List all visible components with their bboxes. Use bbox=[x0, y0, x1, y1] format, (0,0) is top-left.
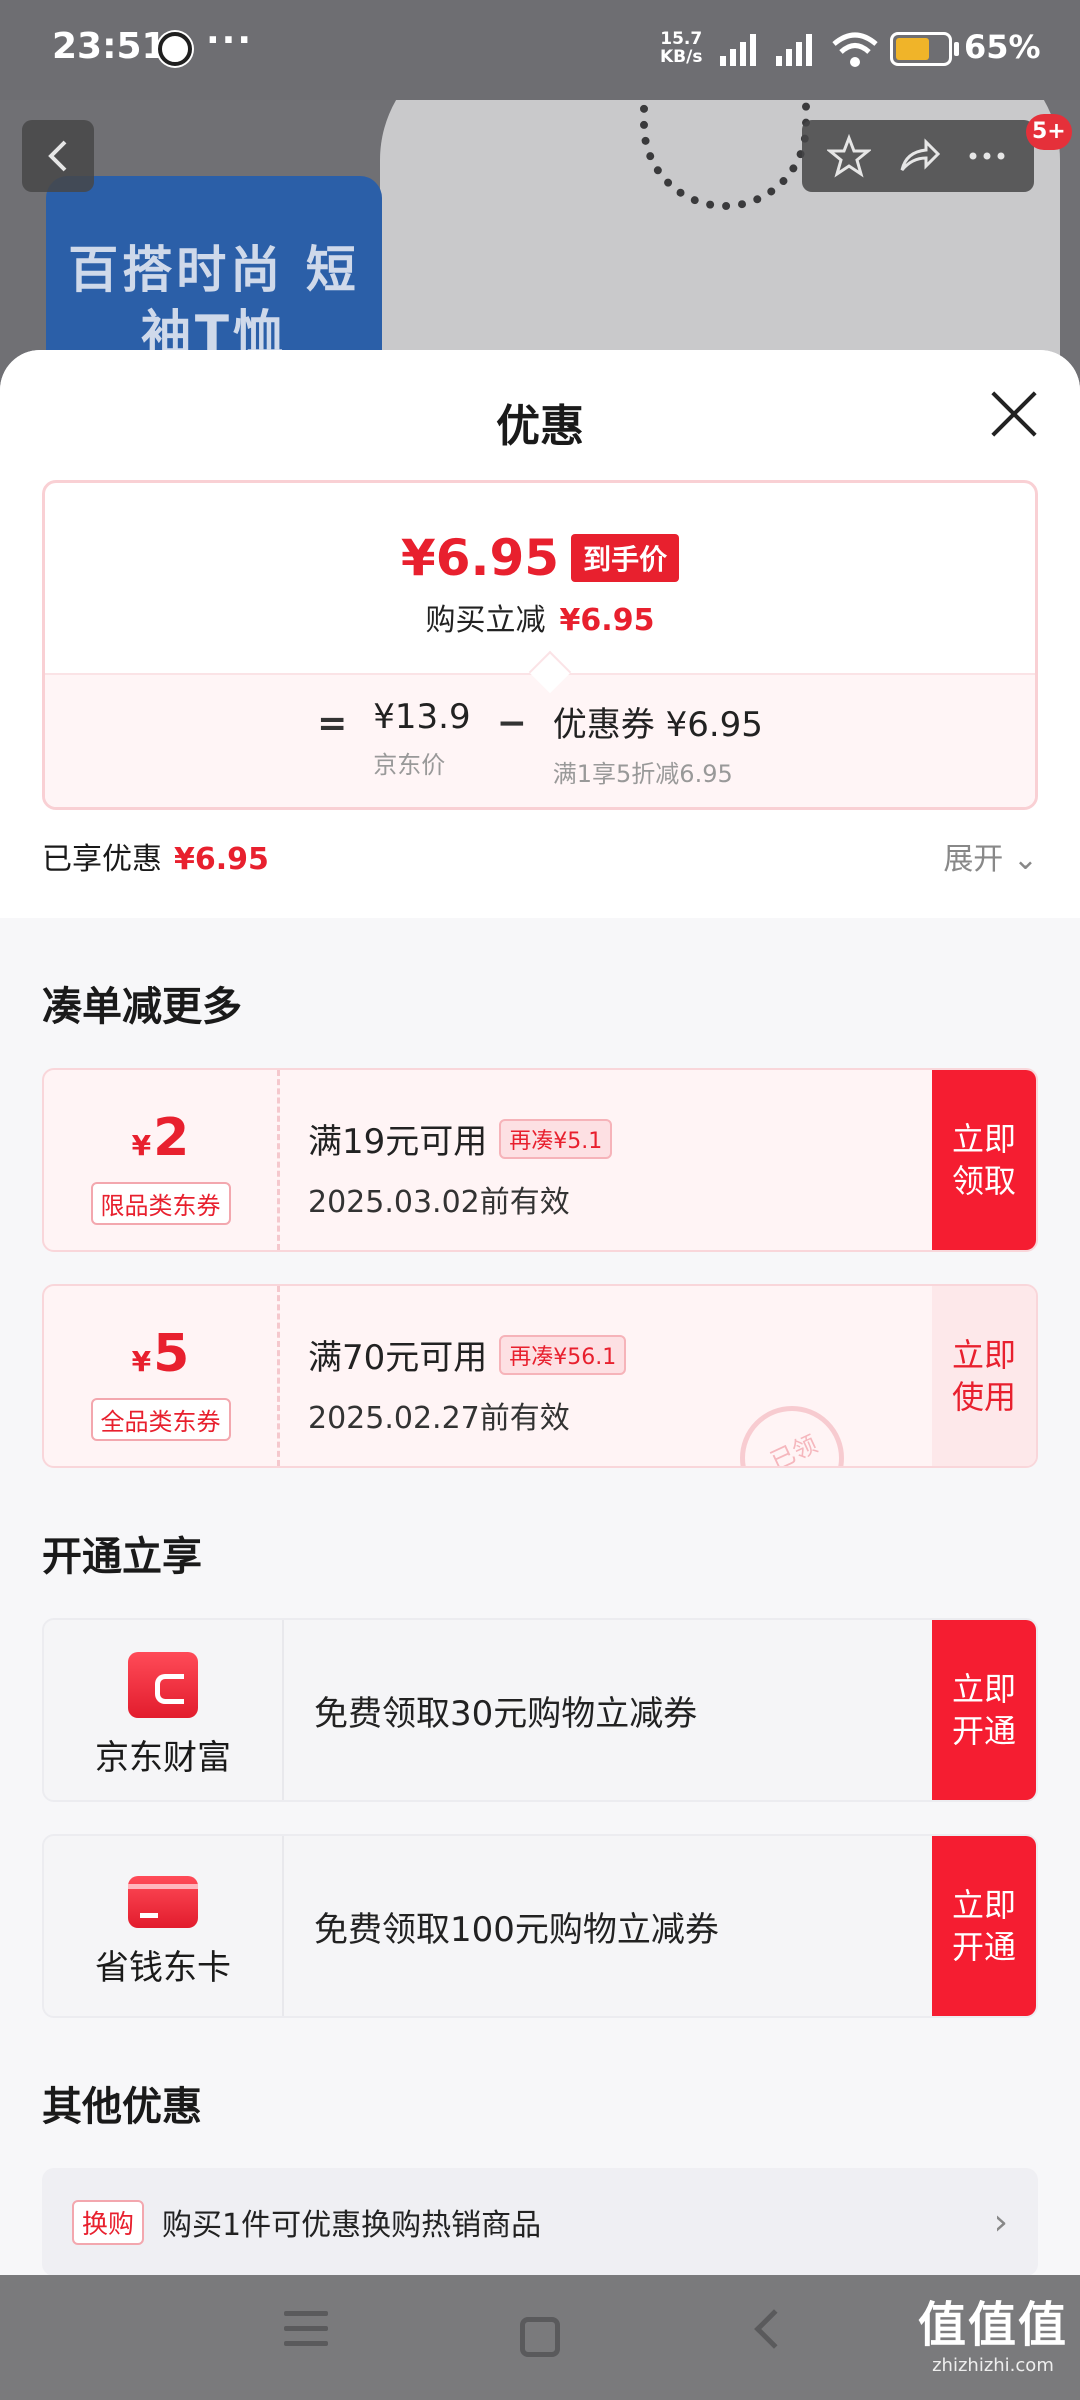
claim-coupon-button[interactable]: 立即 领取 bbox=[932, 1070, 1036, 1250]
sheet-header: 优惠 bbox=[0, 350, 1080, 480]
coupon-rule: 满1享5折减6.95 bbox=[552, 760, 733, 788]
open-membership-button[interactable]: 立即 开通 bbox=[932, 1836, 1036, 2016]
watermark-url: zhizhizhi.com bbox=[932, 2355, 1054, 2376]
coupon-condition: 满70元可用 bbox=[308, 1338, 488, 1378]
jd-price-label: 京东价 bbox=[373, 751, 446, 779]
battery-icon bbox=[890, 32, 952, 66]
status-bar: 23:51 ··· 15.7 KB/s 65% bbox=[0, 0, 1080, 100]
instant-discount-value: ¥6.95 bbox=[559, 603, 655, 638]
membership-name: 省钱东卡 bbox=[95, 1948, 231, 1988]
yen-symbol: ¥ bbox=[131, 1129, 152, 1162]
enjoyed-label: 已享优惠 bbox=[42, 842, 162, 877]
price-top: ¥6.95 到手价 购买立减 ¥6.95 bbox=[45, 483, 1035, 673]
final-price-tag: 到手价 bbox=[571, 534, 680, 582]
system-back-icon[interactable] bbox=[754, 2309, 794, 2349]
price-card: ¥6.95 到手价 购买立减 ¥6.95 = ¥13.9 京东价 − 优惠券 ¥6… bbox=[42, 480, 1038, 810]
section-title-open: 开通立享 bbox=[42, 1534, 202, 1580]
yen-symbol: ¥ bbox=[131, 1345, 152, 1378]
message-count-badge: 5+ bbox=[1026, 114, 1072, 150]
signal-icon-2 bbox=[776, 34, 812, 66]
coupon-expiry: 2025.03.02前有效 bbox=[308, 1185, 570, 1220]
coupon-expiry: 2025.02.27前有效 bbox=[308, 1401, 570, 1436]
app-notification-icon bbox=[158, 32, 192, 66]
instant-discount-label: 购买立减 bbox=[425, 603, 546, 638]
coupon-more-needed: 再凑¥56.1 bbox=[499, 1334, 627, 1375]
equals-sign: = bbox=[317, 703, 348, 744]
price-breakdown: = ¥13.9 京东价 − 优惠券 ¥6.95 满1享5折减6.95 bbox=[45, 673, 1035, 807]
signal-icon bbox=[720, 34, 756, 66]
use-coupon-button[interactable]: 立即 使用 bbox=[932, 1286, 1036, 1466]
system-nav-bar: 值值值 zhizhizhi.com bbox=[0, 2275, 1080, 2400]
jd-price-col: ¥13.9 京东价 bbox=[373, 697, 470, 780]
battery-percent: 65% bbox=[964, 28, 1041, 66]
membership-card: 省钱东卡 免费领取100元购物立减券 立即 开通 bbox=[42, 1834, 1038, 2018]
wallet-icon bbox=[128, 1652, 198, 1718]
card-icon bbox=[128, 1876, 198, 1928]
minus-sign: − bbox=[496, 703, 527, 744]
watermark-text: 值值值 bbox=[917, 2297, 1068, 2353]
wifi-icon bbox=[832, 32, 878, 67]
trade-in-offer-row[interactable]: 换购 购买1件可优惠换购热销商品 › bbox=[42, 2168, 1038, 2275]
network-speed-unit: KB/s bbox=[660, 47, 703, 67]
trade-in-tag: 换购 bbox=[72, 2199, 145, 2245]
enjoyed-discount-row: 已享优惠 ¥6.95 展开 ⌄ bbox=[42, 834, 1038, 878]
coupon-value: ¥2 限品类东券 bbox=[44, 1070, 280, 1250]
watermark-logo: 值值值 zhizhizhi.com bbox=[918, 2285, 1068, 2376]
sheet-title: 优惠 bbox=[496, 401, 584, 452]
membership-section: 开通立享 京东财富 免费领取30元购物立减券 立即 开通 省钱东卡 免费领取100… bbox=[0, 1500, 1080, 2018]
coupon-details: 满19元可用 再凑¥5.1 2025.03.02前有效 bbox=[280, 1070, 932, 1250]
network-speed-value: 15.7 bbox=[660, 29, 703, 49]
coupon-card: ¥2 限品类东券 满19元可用 再凑¥5.1 2025.03.02前有效 立即领… bbox=[42, 1068, 1038, 1252]
coupon-value: ¥5 全品类东券 bbox=[44, 1286, 280, 1466]
section-title-other: 其他优惠 bbox=[42, 2084, 202, 2130]
trade-in-text: 购买1件可优惠换购热销商品 bbox=[162, 2208, 542, 2243]
final-price: ¥6.95 bbox=[400, 529, 560, 587]
coupon-type-badge: 全品类东券 bbox=[90, 1398, 231, 1441]
recent-apps-icon[interactable] bbox=[284, 2311, 328, 2356]
close-icon[interactable] bbox=[988, 388, 1040, 440]
coupon-deduction: 优惠券 ¥6.95 bbox=[552, 705, 763, 745]
coupon-amount: 2 bbox=[153, 1108, 190, 1168]
membership-card: 京东财富 免费领取30元购物立减券 立即 开通 bbox=[42, 1618, 1038, 1802]
coupon-card: ¥5 全品类东券 满70元可用 再凑¥56.1 2025.02.27前有效 已领… bbox=[42, 1284, 1038, 1468]
section-title-combine: 凑单减更多 bbox=[42, 984, 242, 1030]
share-icon[interactable] bbox=[896, 134, 940, 178]
discount-sheet: 优惠 ¥6.95 到手价 购买立减 ¥6.95 = ¥13.9 京东价 − 优惠… bbox=[0, 350, 1080, 2275]
claimed-stamp-text: 已领 bbox=[766, 1429, 822, 1468]
back-button[interactable] bbox=[22, 120, 94, 192]
coupon-type-badge: 限品类东券 bbox=[90, 1182, 231, 1225]
chevron-right-icon: › bbox=[993, 2201, 1008, 2243]
coupon-col: 优惠券 ¥6.95 满1享5折减6.95 bbox=[553, 697, 763, 789]
price-summary: ¥6.95 到手价 购买立减 ¥6.95 = ¥13.9 京东价 − 优惠券 ¥6… bbox=[0, 480, 1080, 918]
more-icon[interactable] bbox=[965, 134, 1009, 178]
coupon-condition: 满19元可用 bbox=[308, 1122, 488, 1162]
jd-price: ¥13.9 bbox=[373, 697, 471, 737]
combine-section: 凑单减更多 ¥2 限品类东券 满19元可用 再凑¥5.1 2025.03.02前… bbox=[0, 918, 1080, 1468]
enjoyed-value: ¥6.95 bbox=[174, 842, 269, 877]
expand-button[interactable]: 展开 ⌄ bbox=[943, 834, 1038, 878]
coupon-amount: 5 bbox=[153, 1324, 190, 1384]
network-speed: 15.7 KB/s bbox=[660, 30, 702, 66]
membership-name: 京东财富 bbox=[95, 1738, 231, 1778]
battery-tip bbox=[954, 42, 959, 56]
membership-benefit: 免费领取100元购物立减券 bbox=[314, 1909, 719, 1950]
status-time: 23:51 bbox=[52, 26, 167, 67]
star-icon[interactable] bbox=[826, 134, 871, 178]
battery-fill bbox=[896, 38, 929, 60]
coupon-more-needed: 再凑¥5.1 bbox=[499, 1118, 613, 1159]
other-section: 其他优惠 换购 购买1件可优惠换购热销商品 › bbox=[0, 2050, 1080, 2275]
chevron-left-icon bbox=[48, 140, 67, 172]
more-notifications-icon: ··· bbox=[206, 20, 254, 61]
home-icon[interactable] bbox=[520, 2317, 560, 2357]
top-actions bbox=[802, 120, 1034, 192]
price-calculation: = ¥13.9 京东价 − 优惠券 ¥6.95 满1享5折减6.95 bbox=[45, 697, 1035, 789]
final-price-row: ¥6.95 到手价 bbox=[45, 529, 1035, 587]
open-membership-button[interactable]: 立即 开通 bbox=[932, 1620, 1036, 1800]
instant-discount: 购买立减 ¥6.95 bbox=[45, 595, 1035, 639]
coupon-details: 满70元可用 再凑¥56.1 2025.02.27前有效 已领 bbox=[280, 1286, 932, 1466]
membership-benefit: 免费领取30元购物立减券 bbox=[314, 1693, 698, 1734]
